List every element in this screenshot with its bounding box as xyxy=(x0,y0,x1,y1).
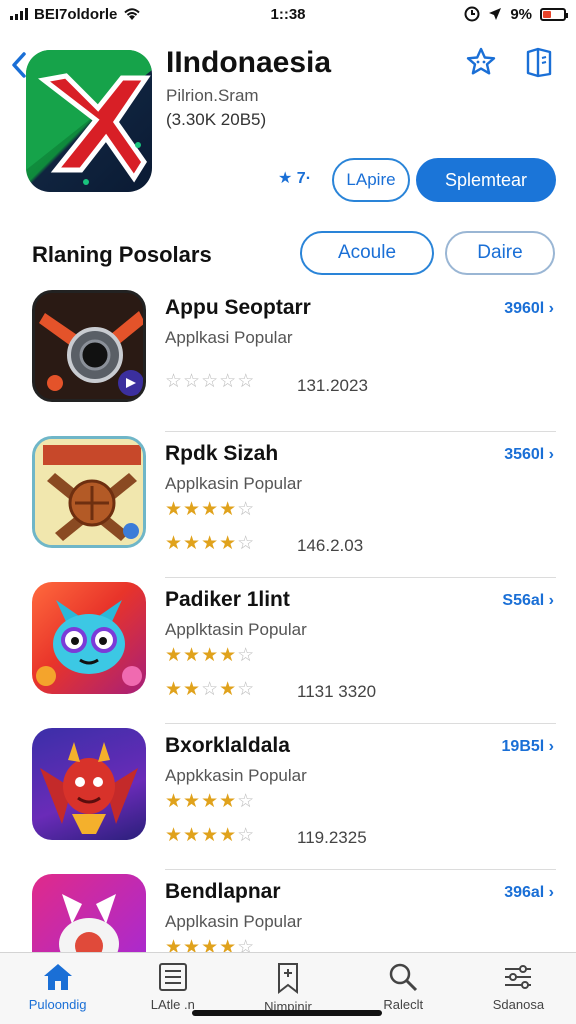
secondary-action-button[interactable]: LApire xyxy=(332,158,410,202)
app-rating-summary: ★ 7· xyxy=(278,168,311,188)
app-date: 131.2023 xyxy=(297,376,368,395)
home-indicator xyxy=(192,1010,382,1016)
app-rating-value: 7· xyxy=(296,170,312,187)
book-icon xyxy=(526,47,552,78)
status-time: 1::38 xyxy=(270,5,306,23)
app-developer: Pilrion.Sram xyxy=(166,86,259,105)
carrier-label: BEI7oldorle xyxy=(34,5,118,23)
tab-label: Sdanosa xyxy=(492,997,545,1012)
get-button[interactable]: Splemtear xyxy=(416,158,556,202)
demon-game-icon xyxy=(40,742,138,834)
rating-stars-secondary: ★★★★☆ xyxy=(165,825,256,846)
app-category: Appkkasin Popular xyxy=(165,766,307,785)
rating-stars: ★★★★☆ xyxy=(165,645,256,666)
star-outline-icon xyxy=(466,47,496,75)
app-date: 1131 3320 xyxy=(297,682,377,701)
app-thumbnail xyxy=(32,290,146,402)
app-name: Rpdk Sizah xyxy=(165,442,279,465)
app-name: Bendlapnar xyxy=(165,880,281,903)
battery-percent: 9% xyxy=(510,5,532,23)
app-name: Bxorklaldala xyxy=(165,734,290,757)
camera-game-icon xyxy=(35,293,143,399)
chevron-left-icon xyxy=(12,52,26,78)
status-bar: BEI7oldorle 1::38 9% xyxy=(0,0,576,28)
list-item[interactable]: Bxorklaldala Appkkasin Popular ★★★★☆ ★★★… xyxy=(0,724,576,870)
app-size-link[interactable]: S56al › xyxy=(502,592,554,610)
app-thumbnail xyxy=(32,728,146,840)
app-date: 146.2.03 xyxy=(297,536,364,555)
tab-home[interactable]: Puloondig xyxy=(0,953,115,1024)
rating-stars-secondary: ★★☆★☆ xyxy=(165,679,256,700)
app-icon xyxy=(26,50,152,192)
app-category: Applkasin Popular xyxy=(165,474,303,493)
app-size-link[interactable]: 3560l › xyxy=(504,446,554,464)
app-category: Applktasin Popular xyxy=(165,620,307,639)
battery-icon xyxy=(540,7,568,21)
location-icon xyxy=(489,8,502,20)
app-category: Applkasin Popular xyxy=(165,912,303,931)
monster-game-icon xyxy=(36,600,142,686)
star-icon: ★ xyxy=(278,170,293,187)
app-meta: (3.30K 20B5) xyxy=(166,110,267,129)
alarm-icon xyxy=(464,6,480,22)
app-size-link[interactable]: 3960l › xyxy=(504,300,554,318)
search-icon xyxy=(389,963,418,992)
list-item[interactable]: Padiker 1lint Applktasin Popular ★★★★☆ ★… xyxy=(0,578,576,724)
app-logo-icon xyxy=(26,50,152,185)
shield-game-icon xyxy=(35,439,143,545)
app-size-link[interactable]: 396al › xyxy=(504,884,554,902)
rating-stars: ☆☆☆☆☆ xyxy=(165,371,256,392)
list-icon xyxy=(158,963,187,991)
app-thumbnail xyxy=(32,582,146,694)
tab-settings[interactable]: Sdanosa xyxy=(461,953,576,1024)
app-size-link[interactable]: 19B5l › xyxy=(502,738,554,756)
tab-label: Puloondig xyxy=(28,997,87,1012)
filter-chip-2[interactable]: Daire xyxy=(445,231,555,275)
rating-stars: ★★★★☆ xyxy=(165,499,256,520)
app-thumbnail xyxy=(32,436,146,548)
rating-stars-secondary: ★★★★☆ xyxy=(165,533,256,554)
status-left: BEI7oldorle xyxy=(10,6,210,23)
app-name: Appu Seoptarr xyxy=(165,296,311,319)
app-name: Padiker 1lint xyxy=(165,588,290,611)
list-item[interactable]: Appu Seoptarr Applkasi Popular ☆☆☆☆☆ 131… xyxy=(0,286,576,432)
wifi-icon xyxy=(124,8,141,20)
share-button[interactable] xyxy=(522,44,556,80)
settings-icon xyxy=(505,965,532,989)
signal-icon xyxy=(10,8,28,20)
rating-stars: ★★★★☆ xyxy=(165,791,256,812)
filter-chip-1[interactable]: Acoule xyxy=(300,231,434,275)
list-item[interactable]: Rpdk Sizah Applkasin Popular ★★★★☆ ★★★★☆… xyxy=(0,432,576,578)
favorite-button[interactable] xyxy=(464,44,498,80)
app-date: 119.2325 xyxy=(297,828,367,847)
app-list: Appu Seoptarr Applkasi Popular ☆☆☆☆☆ 131… xyxy=(0,286,576,1016)
home-icon xyxy=(43,964,72,990)
app-category: Applkasi Popular xyxy=(165,328,293,347)
app-title: IIndonaesia xyxy=(166,46,332,79)
section-title: Rlaning Posolars xyxy=(32,242,212,267)
tab-label: Raleclt xyxy=(383,997,424,1012)
tab-label: LAtle .n xyxy=(150,997,195,1012)
bookmark-icon xyxy=(278,963,298,995)
status-right: 9% xyxy=(366,5,568,23)
